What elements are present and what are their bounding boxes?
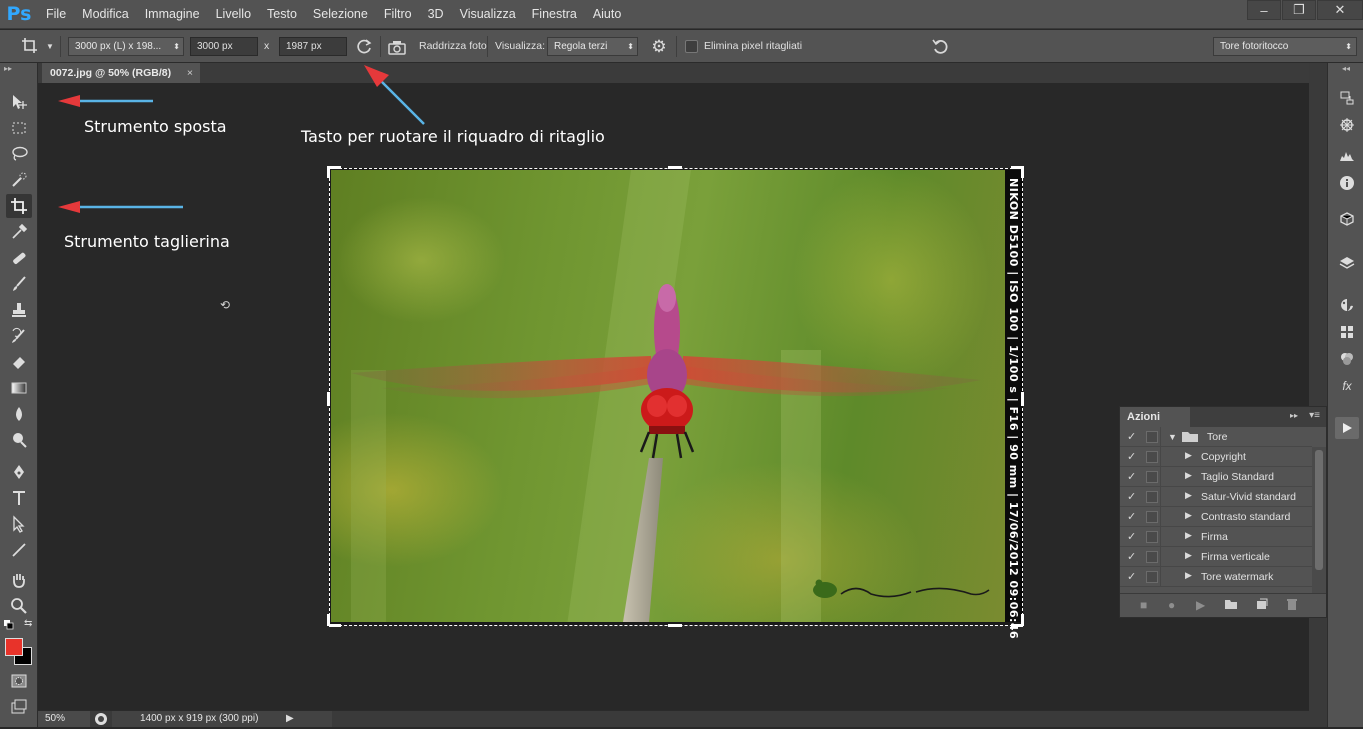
fx-glyph: fx xyxy=(1342,379,1352,393)
expand-triangle-icon[interactable]: ▶ xyxy=(1185,570,1192,581)
dialog-toggle-box[interactable] xyxy=(1146,571,1158,583)
record-icon[interactable]: ● xyxy=(1168,598,1175,612)
move-tool-arrowhead xyxy=(58,95,80,107)
dialog-toggle-box[interactable] xyxy=(1146,511,1158,523)
zoom-level-field[interactable]: 50% xyxy=(38,711,90,727)
crop-tool-arrowhead xyxy=(58,201,80,213)
panel-menu-icon[interactable]: ▾≡ xyxy=(1309,410,1320,421)
annotation-crop-tool: Strumento taglierina xyxy=(64,232,230,251)
checkmark-icon[interactable]: ✓ xyxy=(1127,450,1136,463)
annotation-move-tool: Strumento sposta xyxy=(84,117,227,136)
action-item-label: Firma verticale xyxy=(1201,551,1270,563)
histogram-icon[interactable] xyxy=(1335,144,1359,166)
expand-triangle-icon[interactable]: ▶ xyxy=(1185,510,1192,521)
checkmark-icon[interactable]: ✓ xyxy=(1127,550,1136,563)
panel-collapse-icon[interactable]: ◂◂ xyxy=(1342,64,1350,73)
adjustments-icon[interactable] xyxy=(1335,348,1359,370)
history-icon[interactable] xyxy=(1335,87,1359,109)
trash-icon[interactable] xyxy=(1286,598,1298,613)
3d-icon[interactable] xyxy=(1335,208,1359,230)
action-item-label: Contrasto standard xyxy=(1201,511,1291,523)
action-item[interactable]: ✓ ▶ Taglio Standard xyxy=(1120,467,1312,487)
actions-panel-header: Azioni ▸▸ ▾≡ xyxy=(1120,407,1326,427)
new-action-icon[interactable] xyxy=(1256,598,1268,613)
stop-icon[interactable]: ■ xyxy=(1140,598,1147,612)
checkmark-icon[interactable]: ✓ xyxy=(1127,510,1136,523)
panel-icon-dock: ◂◂ fx xyxy=(1327,63,1363,727)
action-item[interactable]: ✓ ▶ Tore watermark xyxy=(1120,567,1312,587)
action-item[interactable]: ✓ ▶ Copyright xyxy=(1120,447,1312,467)
navigator-icon[interactable] xyxy=(1335,114,1359,136)
document-size-info: 1400 px x 919 px (300 ppi) xyxy=(112,711,332,727)
expand-triangle-icon[interactable]: ▶ xyxy=(1185,490,1192,501)
dialog-toggle-box[interactable] xyxy=(1146,491,1158,503)
action-item-label: Taglio Standard xyxy=(1201,471,1274,483)
action-item-label: Firma xyxy=(1201,531,1228,543)
dialog-toggle-box[interactable] xyxy=(1146,551,1158,563)
play-icon[interactable]: ▶ xyxy=(1196,598,1205,612)
expand-triangle-icon[interactable]: ▶ xyxy=(1185,550,1192,561)
status-menu-arrow-icon[interactable]: ▶ xyxy=(286,713,294,724)
actions-scrollbar[interactable] xyxy=(1312,447,1326,597)
expand-triangle-icon[interactable]: ▼ xyxy=(1168,432,1177,442)
dialog-toggle-box[interactable] xyxy=(1146,531,1158,543)
status-bar: 50% 1400 px x 919 px (300 ppi) ▶ xyxy=(38,710,1309,727)
action-item-label: Satur-Vivid standard xyxy=(1201,491,1296,503)
checkmark-icon[interactable]: ✓ xyxy=(1127,570,1136,583)
actions-play-icon[interactable] xyxy=(1335,417,1359,439)
actions-footer: ■ ● ▶ xyxy=(1120,593,1326,617)
action-item[interactable]: ✓ ▶ Satur-Vivid standard xyxy=(1120,487,1312,507)
status-indicator-icon[interactable] xyxy=(94,712,108,729)
dialog-toggle-box[interactable] xyxy=(1146,451,1158,463)
panel-dock-gutter xyxy=(1309,63,1327,727)
folder-icon xyxy=(1181,429,1199,446)
new-set-folder-icon[interactable] xyxy=(1224,598,1238,613)
action-item[interactable]: ✓ ▶ Firma xyxy=(1120,527,1312,547)
actions-tab[interactable]: Azioni xyxy=(1120,407,1190,427)
expand-triangle-icon[interactable]: ▶ xyxy=(1185,450,1192,461)
panel-collapse-icon[interactable]: ▸▸ xyxy=(1290,411,1298,420)
action-item-label: Copyright xyxy=(1201,451,1246,463)
checkmark-icon[interactable]: ✓ xyxy=(1127,430,1136,443)
dialog-toggle-box[interactable] xyxy=(1146,431,1158,443)
rotate-arrow-line xyxy=(379,79,425,125)
dialog-toggle-box[interactable] xyxy=(1146,471,1158,483)
info-icon[interactable] xyxy=(1335,172,1359,194)
layers-icon[interactable] xyxy=(1335,252,1359,274)
swatches-icon[interactable] xyxy=(1335,321,1359,343)
checkmark-icon[interactable]: ✓ xyxy=(1127,470,1136,483)
action-set-name: Tore xyxy=(1207,431,1228,443)
styles-fx-icon[interactable]: fx xyxy=(1335,375,1359,397)
checkmark-icon[interactable]: ✓ xyxy=(1127,490,1136,503)
action-item[interactable]: ✓ ▶ Firma verticale xyxy=(1120,547,1312,567)
actions-panel: Azioni ▸▸ ▾≡ ✓ ▼ Tore ✓ ▶ Copyright ✓ ▶ … xyxy=(1119,406,1327,618)
action-item[interactable]: ✓ ▶ Contrasto standard xyxy=(1120,507,1312,527)
expand-triangle-icon[interactable]: ▶ xyxy=(1185,530,1192,541)
expand-triangle-icon[interactable]: ▶ xyxy=(1185,470,1192,481)
scrollbar-thumb[interactable] xyxy=(1315,450,1323,570)
color-icon[interactable] xyxy=(1335,294,1359,316)
checkmark-icon[interactable]: ✓ xyxy=(1127,530,1136,543)
action-item-label: Tore watermark xyxy=(1201,571,1274,583)
action-set-row[interactable]: ✓ ▼ Tore xyxy=(1120,427,1312,447)
annotation-rotate-key: Tasto per ruotare il riquadro di ritagli… xyxy=(301,127,605,146)
